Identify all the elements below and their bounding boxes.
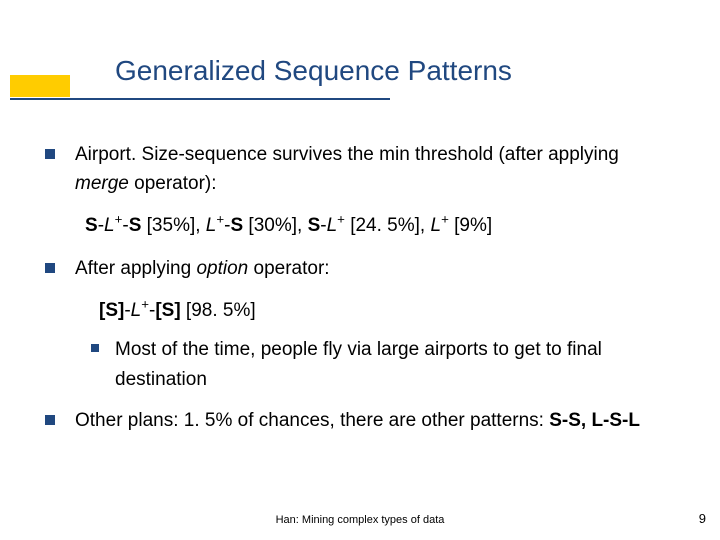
bullet-1-text-post: operator): xyxy=(129,173,217,194)
seq1-v4: [9%] xyxy=(449,215,492,236)
seq1-v3: [24. 5%], xyxy=(345,215,431,236)
bullet-3: Other plans: 1. 5% of chances, there are… xyxy=(45,406,675,435)
page-number: 9 xyxy=(699,511,706,526)
seq2-p1: [S] xyxy=(99,300,124,321)
bullet-3-bold: S-S, L-S-L xyxy=(549,410,640,431)
seq2-sup1: + xyxy=(141,296,149,311)
square-bullet-icon xyxy=(45,415,55,425)
seq1-p2: L xyxy=(104,215,115,236)
seq1-sup2: + xyxy=(216,212,224,227)
bullet-2-text-post: operator: xyxy=(248,258,329,279)
seq2-p3: [S] xyxy=(155,300,180,321)
seq1-p4: L xyxy=(206,215,217,236)
square-bullet-icon xyxy=(91,344,99,352)
seq1-sup3: + xyxy=(337,212,345,227)
seq1-v2: [30%], xyxy=(243,215,307,236)
bullet-2-text-pre: After applying xyxy=(75,258,196,279)
bullet-3-text-pre: Other plans: 1. 5% of chances, there are… xyxy=(75,410,549,431)
bullet-1-em: merge xyxy=(75,173,129,194)
seq1-sup4: + xyxy=(441,212,449,227)
seq1-p6: S xyxy=(308,215,321,236)
seq1-p8: L xyxy=(430,215,441,236)
bullet-2-em: option xyxy=(196,258,248,279)
accent-block xyxy=(10,75,70,97)
seq1-p7: L xyxy=(327,215,338,236)
square-bullet-icon xyxy=(45,149,55,159)
seq1-p3: S xyxy=(129,215,142,236)
seq1-p1: S xyxy=(85,215,98,236)
bullet-2-1: Most of the time, people fly via large a… xyxy=(45,335,675,394)
square-bullet-icon xyxy=(45,263,55,273)
bullet-2-1-text: Most of the time, people fly via large a… xyxy=(115,339,602,389)
slide-title: Generalized Sequence Patterns xyxy=(115,55,512,87)
seq2-p2: L xyxy=(131,300,142,321)
slide-body: Airport. Size-sequence survives the min … xyxy=(45,140,675,448)
sequence-line-2: [S]-L+-[S] [98. 5%] xyxy=(45,296,675,325)
seq1-p5: S xyxy=(230,215,243,236)
footer-center: Han: Mining complex types of data xyxy=(0,514,720,526)
bullet-1-text-pre: Airport. Size-sequence survives the min … xyxy=(75,144,619,165)
bullet-1: Airport. Size-sequence survives the min … xyxy=(45,140,675,199)
seq1-v1: [35%], xyxy=(141,215,205,236)
sequence-line-1: S-L+-S [35%], L+-S [30%], S-L+ [24. 5%],… xyxy=(45,211,675,240)
bullet-2: After applying option operator: xyxy=(45,254,675,283)
title-underline xyxy=(10,98,390,100)
seq2-v1: [98. 5%] xyxy=(181,300,256,321)
